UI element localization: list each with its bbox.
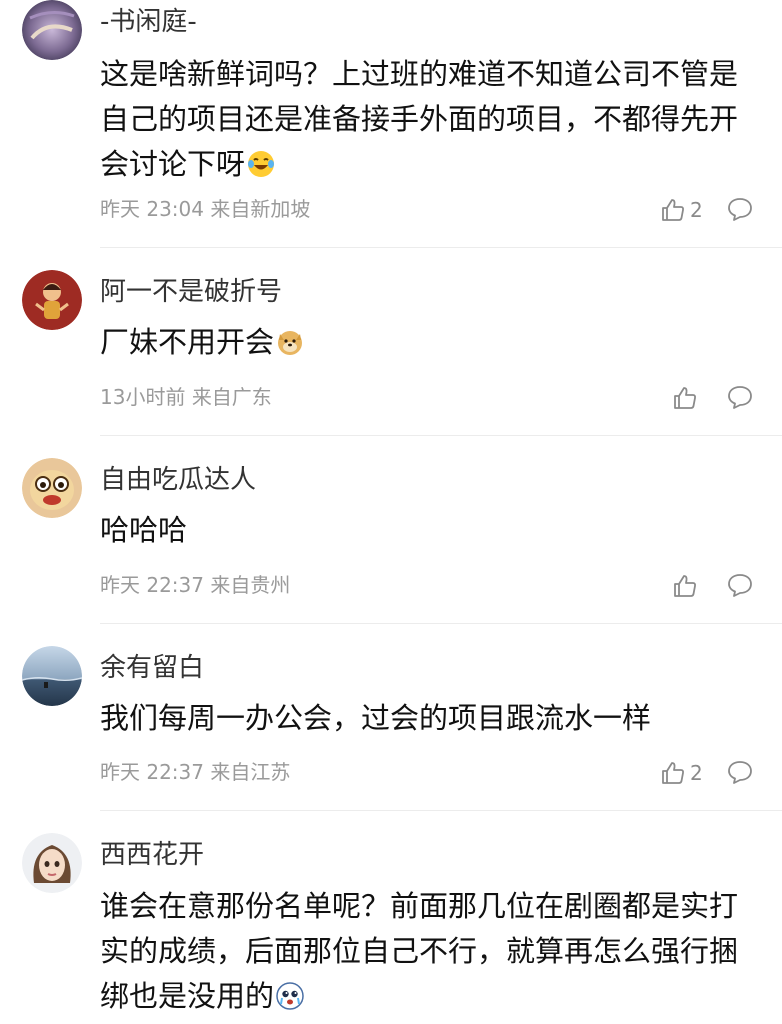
avatar[interactable] [22, 833, 82, 893]
comment-bubble-icon [727, 384, 755, 410]
comment-text: 哈哈哈 [100, 513, 188, 547]
reply-button[interactable] [727, 384, 755, 412]
comment-time: 13小时前 [100, 385, 186, 409]
comment-meta: 昨天 22:37 来自贵州 [100, 572, 290, 598]
thumbs-up-icon [672, 385, 698, 411]
like-count: 2 [690, 198, 703, 222]
avatar[interactable] [22, 0, 82, 60]
thumbs-up-icon [672, 573, 698, 599]
reply-button[interactable] [727, 572, 755, 600]
username[interactable]: 阿一不是破折号 [100, 276, 282, 308]
avatar[interactable] [22, 458, 82, 518]
username[interactable]: 自由吃瓜达人 [100, 464, 256, 496]
like-count: 2 [690, 761, 703, 785]
comment-location: 来自江苏 [210, 760, 291, 784]
comment-time: 昨天 23:04 [100, 197, 204, 221]
comment-bubble-icon [727, 759, 755, 785]
comment-bubble-icon [727, 196, 755, 222]
divider [100, 247, 782, 248]
username[interactable]: -书闲庭- [100, 6, 197, 38]
laughing-tears-emoji [247, 150, 275, 178]
thumbs-up-icon [660, 197, 686, 223]
comment-time: 昨天 22:37 [100, 760, 204, 784]
comment-bubble-icon [727, 572, 755, 598]
doge-emoji [276, 328, 304, 356]
thumbs-up-icon [660, 760, 686, 786]
divider [100, 810, 782, 811]
like-button[interactable]: 2 [660, 196, 703, 224]
reply-button[interactable] [727, 759, 755, 787]
username[interactable]: 余有留白 [100, 652, 204, 684]
comment-text: 这是啥新鲜词吗？上过班的难道不知道公司不管是自己的项目还是准备接手外面的项目，不… [100, 57, 739, 181]
comment-meta: 昨天 23:04 来自新加坡 [100, 196, 310, 222]
comment-location: 来自贵州 [210, 573, 291, 597]
divider [100, 435, 782, 436]
avatar[interactable] [22, 270, 82, 330]
username[interactable]: 西西花开 [100, 839, 204, 871]
comment-meta: 昨天 22:37 来自江苏 [100, 759, 290, 785]
like-button[interactable]: 2 [660, 759, 703, 787]
avatar[interactable] [22, 646, 82, 706]
crying-emoji [276, 982, 304, 1010]
comment-time: 昨天 22:37 [100, 573, 204, 597]
comment-location: 来自广东 [191, 385, 272, 409]
comment-text: 我们每周一办公会，过会的项目跟流水一样 [100, 701, 652, 735]
comment-meta: 13小时前 来自广东 [100, 384, 272, 410]
comment-text: 谁会在意那份名单呢？前面那几位在剧圈都是实打实的成绩，后面那位自己不行，就算再怎… [100, 889, 739, 1013]
like-button[interactable] [672, 572, 702, 600]
reply-button[interactable] [727, 196, 755, 224]
comment-location: 来自新加坡 [210, 197, 311, 221]
divider [100, 623, 782, 624]
comment-text: 厂妹不用开会 [100, 320, 750, 365]
like-button[interactable] [672, 384, 702, 412]
